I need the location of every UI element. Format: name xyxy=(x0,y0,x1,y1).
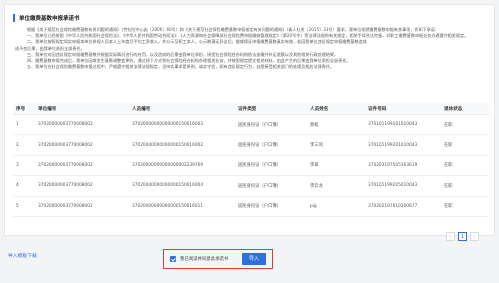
table-cell: 370101199205010043 xyxy=(365,175,441,197)
column-header: 单位编号 xyxy=(35,103,129,115)
table-cell: 居民身份证（户口簿） xyxy=(235,155,307,177)
table-cell: 37020000003770008002 xyxy=(35,196,129,217)
table-cell: 370101199101010043 xyxy=(365,114,441,136)
column-header: 退休状态 xyxy=(441,103,489,115)
table-cell: 在职 xyxy=(441,175,489,197)
agree-label[interactable]: 我已阅读并同意此承诺书 xyxy=(180,256,228,262)
table-cell: 居民身份证（户口簿） xyxy=(235,134,307,156)
table-cell: 居民身份证（户口簿） xyxy=(235,196,307,217)
table-row: 2 37020000003770008002 3702000000000000015… xyxy=(13,134,489,156)
table-cell: 在职 xyxy=(441,196,489,217)
table-cell: pig xyxy=(307,196,365,217)
table-cell: 37020000000000000150016004 xyxy=(129,175,235,197)
column-header: 人员姓名 xyxy=(307,103,365,115)
table-cell: 1 xyxy=(13,114,35,136)
table-cell: 在职 xyxy=(441,114,489,136)
next-page-button[interactable]: › xyxy=(470,232,479,241)
table-row: 4 37020000003770008002 3702000000000000015… xyxy=(13,175,489,197)
column-header: 证件号码 xyxy=(365,103,441,115)
table-cell: 37020000003770008002 xyxy=(35,114,129,136)
column-header: 序号 xyxy=(13,103,35,115)
table-cell: 4 xyxy=(13,175,35,197)
table-row: 5 37020000003770008002 3702000000000000015… xyxy=(13,196,489,217)
table-header-row: 序号 单位编号 人员编号 证件类型 人员姓名 证件号码 退休状态 xyxy=(13,103,489,115)
table-body: 1 37020000003770008002 3702000000000000015… xyxy=(13,114,489,217)
column-header: 证件类型 xyxy=(235,103,307,115)
table-cell: 37020000003770008002 xyxy=(35,134,129,156)
table-cell: 37020000000000000150016003 xyxy=(129,114,235,136)
panel-title: 单位缴费基数申报承诺书 xyxy=(19,15,80,22)
table-cell: 37020000000000000150016002 xyxy=(129,134,235,156)
pledge-line: 五、我单位在社会保险缴费基数申报过程中，严格遵守相关法律法规规定，坚持实事求是原… xyxy=(27,64,335,70)
pledge-text: 根据《关于规范社会保险缴费基数有关问题的通知》（劳社险中心函〔2006〕60号）… xyxy=(15,27,487,70)
page-1-button[interactable]: 1 xyxy=(458,232,467,241)
table-cell: 37020000000000000150016011 xyxy=(129,196,235,217)
personnel-table: 序号 单位编号 人员编号 证件类型 人员姓名 证件号码 退休状态 1 370200000037… xyxy=(13,103,489,217)
pagination: ‹ 1 › xyxy=(446,232,479,241)
table-cell: 3 xyxy=(13,155,35,177)
import-button[interactable]: 导入 xyxy=(242,253,266,265)
panel-header: 单位缴费基数申报承诺书 xyxy=(13,13,80,22)
pledge-panel: 单位缴费基数申报承诺书 根据《关于规范社会保险缴费基数有关问题的通知》（劳社险中… xyxy=(4,4,495,236)
agree-checkbox[interactable] xyxy=(170,256,176,262)
title-accent-bar xyxy=(13,13,15,22)
table-cell: 居民身份证（户口簿） xyxy=(235,175,307,197)
table-cell: 李三风 xyxy=(307,134,365,156)
table-row: 3 37020000003770008002 3702000000000000000… xyxy=(13,155,489,177)
import-template-download-link[interactable]: 导入模板下载 xyxy=(8,252,37,259)
column-header: 人员编号 xyxy=(129,103,235,115)
table-cell: 370202197610100677 xyxy=(365,196,441,217)
table-cell: 370203197505163619 xyxy=(365,155,441,177)
table-cell: 2 xyxy=(13,134,35,156)
table-cell: 370101199201010043 xyxy=(365,134,441,156)
table-row: 1 37020000003770008002 3702000000000000015… xyxy=(13,114,489,136)
table-cell: 在职 xyxy=(441,155,489,177)
table-cell: 郭松 xyxy=(307,114,365,136)
table-cell: 37020000003770008002 xyxy=(35,155,129,177)
table-cell: 5 xyxy=(13,196,35,217)
table-cell: 李云龙 xyxy=(307,175,365,197)
agreement-confirm-box: 我已阅读并同意此承诺书 导入 xyxy=(163,249,273,269)
table-cell: 在职 xyxy=(441,134,489,156)
prev-page-button[interactable]: ‹ xyxy=(446,232,455,241)
table-cell: 37020000003770008002 xyxy=(35,175,129,197)
table-cell: 居民身份证（户口簿） xyxy=(235,114,307,136)
table-cell: 李翠 xyxy=(307,155,365,177)
table-cell: 37020000000000000002239769 xyxy=(129,155,235,177)
